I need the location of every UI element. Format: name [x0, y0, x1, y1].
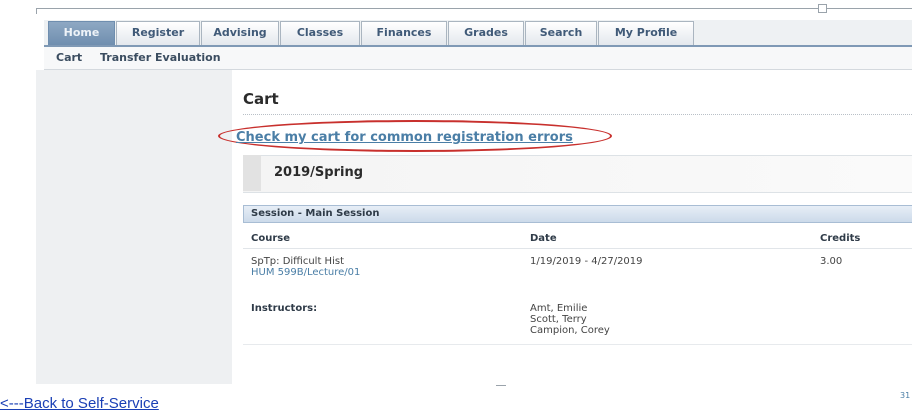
main-tab-bar: Home Register Advising Classes Finances … [44, 20, 912, 47]
column-header-divider [243, 248, 912, 249]
tab-my-profile[interactable]: My Profile [598, 21, 694, 45]
course-title: SpTp: Difficult Hist [251, 256, 344, 267]
instructor-name: Scott, Terry [530, 314, 587, 325]
instructors-label: Instructors: [251, 303, 318, 314]
main-content [232, 70, 912, 384]
tab-register[interactable]: Register [116, 21, 200, 45]
column-header-credits: Credits [820, 233, 861, 244]
course-section-link[interactable]: HUM 599B/Lecture/01 [251, 267, 360, 278]
row-divider [243, 344, 912, 345]
instructor-name: Campion, Corey [530, 325, 610, 336]
left-sidebar [36, 70, 232, 384]
tab-home[interactable]: Home [48, 21, 115, 45]
check-cart-errors-link[interactable]: Check my cart for common registration er… [236, 130, 573, 145]
back-to-self-service-link[interactable]: <---Back to Self-Service [0, 395, 159, 412]
tab-classes[interactable]: Classes [280, 21, 360, 45]
resize-handle-bottom[interactable] [496, 385, 506, 386]
course-credits: 3.00 [820, 256, 843, 267]
term-label: 2019/Spring [274, 165, 364, 180]
sub-navigation: Cart Transfer Evaluation [44, 47, 912, 70]
window-frame-top [36, 8, 912, 9]
footer-page-number: 31 [900, 391, 911, 400]
column-header-date: Date [530, 233, 557, 244]
term-header-accent [243, 155, 261, 191]
page-title: Cart [243, 90, 279, 108]
window-frame-corner [36, 8, 41, 14]
tab-advising[interactable]: Advising [201, 21, 279, 45]
session-label: Session - Main Session [251, 208, 380, 219]
tab-search[interactable]: Search [525, 21, 597, 45]
tab-grades[interactable]: Grades [448, 21, 524, 45]
subnav-cart[interactable]: Cart [56, 51, 82, 64]
resize-handle-top[interactable] [818, 4, 827, 13]
instructor-name: Amt, Emilie [530, 303, 588, 314]
course-date: 1/19/2019 - 4/27/2019 [530, 256, 643, 267]
column-header-course: Course [251, 233, 290, 244]
subnav-transfer-evaluation[interactable]: Transfer Evaluation [100, 51, 221, 64]
title-divider [243, 114, 912, 115]
tab-finances[interactable]: Finances [361, 21, 447, 45]
